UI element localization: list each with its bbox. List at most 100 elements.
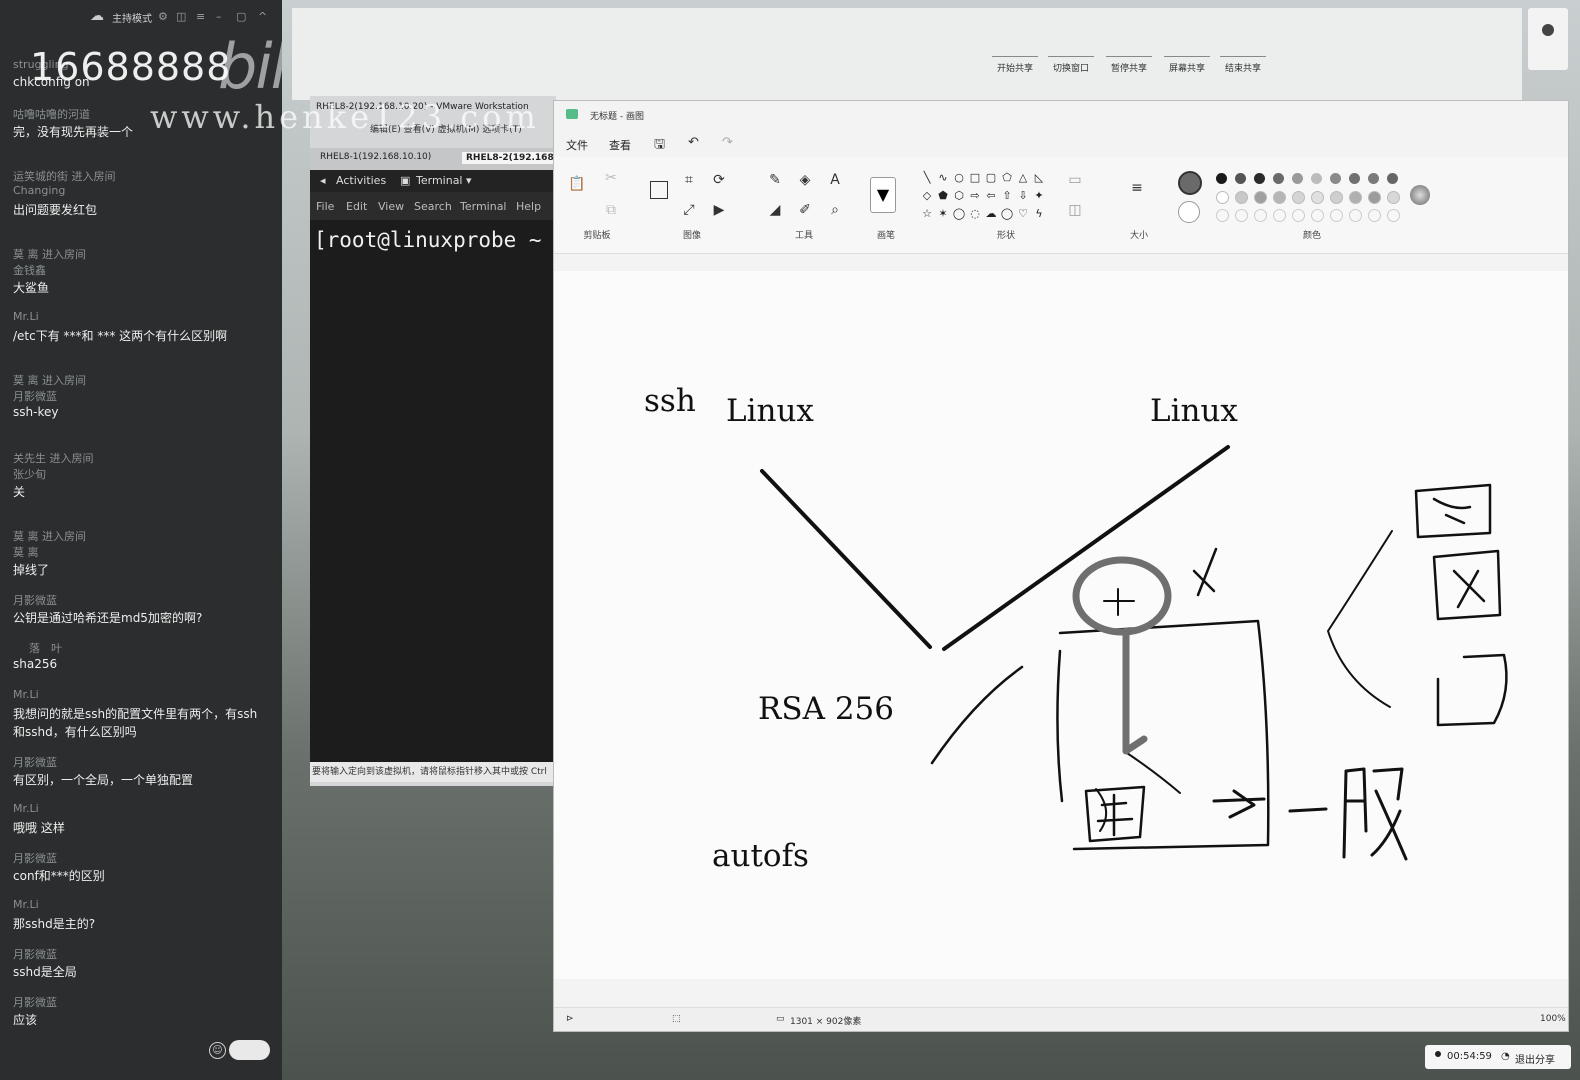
menu-help[interactable]: Help (516, 200, 541, 213)
color-swatch[interactable] (1330, 173, 1341, 184)
maximize-icon[interactable]: ▢ (236, 10, 246, 23)
exit-share-button[interactable]: 退出分享 (1515, 1051, 1555, 1066)
color-swatch[interactable] (1273, 191, 1286, 204)
toolbar-item[interactable]: 切换窗口 (1048, 46, 1094, 74)
star6-shape-icon[interactable]: ✶ (936, 207, 950, 220)
color-swatch[interactable] (1273, 173, 1284, 184)
color-picker-icon[interactable]: ✐ (796, 201, 814, 219)
oval-shape-icon[interactable]: ○ (952, 171, 966, 184)
text-icon[interactable]: A (826, 171, 844, 189)
color-swatch[interactable] (1349, 191, 1362, 204)
callout-shape-icon[interactable]: ◯ (952, 207, 966, 220)
lightning-shape-icon[interactable]: ϟ (1032, 207, 1046, 220)
redo-icon[interactable]: ↷ (722, 135, 733, 150)
color-swatch[interactable] (1387, 173, 1398, 184)
star5-shape-icon[interactable]: ☆ (920, 207, 934, 220)
custom-color-slot[interactable] (1216, 209, 1229, 222)
tab-rhel8-2[interactable]: RHEL8-2(192.168 (462, 152, 556, 164)
heart-shape-icon[interactable]: ♡ (1016, 207, 1030, 220)
color-swatch[interactable] (1311, 173, 1322, 184)
emoji-icon[interactable]: ☺ (209, 1042, 226, 1059)
drawing-canvas[interactable]: ssh Linux Linux RSA 256 autofs (554, 271, 1568, 979)
toolbar-item[interactable]: 开始共享 (992, 46, 1038, 74)
menu-search[interactable]: Search (414, 200, 452, 213)
undo-icon[interactable]: ↶ (688, 135, 699, 150)
edit-colors-icon[interactable] (1410, 185, 1430, 205)
custom-color-slot[interactable] (1235, 209, 1248, 222)
menu-icon[interactable]: ≡ (196, 10, 205, 23)
color-swatch[interactable] (1349, 173, 1360, 184)
resize-icon[interactable]: ⤢ (680, 201, 698, 219)
color-swatch[interactable] (1254, 191, 1267, 204)
side-widget[interactable] (1528, 8, 1568, 70)
color-swatch[interactable] (1216, 191, 1229, 204)
color-swatch[interactable] (1330, 191, 1343, 204)
activities-button[interactable]: Activities (336, 174, 386, 187)
custom-color-slot[interactable] (1387, 209, 1400, 222)
curve-shape-icon[interactable]: ∿ (936, 171, 950, 184)
right-triangle-shape-icon[interactable]: ◺ (1032, 171, 1046, 184)
terminal-app-menu[interactable]: Terminal ▾ (416, 174, 472, 187)
color-swatch[interactable] (1235, 191, 1248, 204)
tab-rhel8-1[interactable]: RHEL8-1(192.168.10.10) (320, 152, 431, 162)
color-swatch[interactable] (1292, 173, 1303, 184)
menu-file[interactable]: File (316, 200, 334, 213)
polygon-shape-icon[interactable]: ⬠ (1000, 171, 1014, 184)
paint-window[interactable]: 无标题 - 画图 文件 查看 🖫 ↶ ↷ 📋 ✂ ⧉ 剪贴板 ⌗ ⟳ ⤢ ▶ 图… (553, 100, 1569, 1032)
flip-icon[interactable]: ▶ (710, 201, 728, 219)
color-swatch[interactable] (1311, 191, 1324, 204)
color-swatch[interactable] (1368, 173, 1379, 184)
line-shape-icon[interactable]: ╲ (920, 171, 934, 184)
color-swatch[interactable] (1216, 173, 1227, 184)
custom-color-slot[interactable] (1330, 209, 1343, 222)
triangle-shape-icon[interactable]: △ (1016, 171, 1030, 184)
color-swatch[interactable] (1368, 191, 1381, 204)
crop-icon[interactable]: ⌗ (680, 171, 698, 189)
color-swatch[interactable] (1292, 191, 1305, 204)
toolbar-item[interactable]: 屏幕共享 (1164, 46, 1210, 74)
menu-view[interactable]: View (378, 200, 404, 213)
diamond-shape-icon[interactable]: ◇ (920, 189, 934, 202)
minimize-icon[interactable]: – (216, 10, 222, 23)
outline-icon[interactable]: ▭ (1066, 171, 1084, 189)
toolbar-item[interactable]: 暂停共享 (1106, 46, 1152, 74)
pencil-icon[interactable]: ✎ (766, 171, 784, 189)
paste-icon[interactable]: 📋 (568, 175, 586, 193)
down-arrow-shape-icon[interactable]: ⇩ (1016, 189, 1030, 202)
custom-color-slot[interactable] (1254, 209, 1267, 222)
cloud-shape-icon[interactable]: ☁ (984, 207, 998, 220)
select-icon[interactable] (650, 181, 668, 199)
terminal[interactable]: File Edit View Search Terminal Help [roo… (310, 192, 556, 762)
menu-terminal[interactable]: Terminal (460, 200, 507, 213)
fill-icon[interactable]: ◈ (796, 171, 814, 189)
rotate-icon[interactable]: ⟳ (710, 171, 728, 189)
magnifier-icon[interactable]: ⌕ (826, 201, 844, 219)
left-arrow-shape-icon[interactable]: ⇦ (984, 189, 998, 202)
primary-color-swatch[interactable] (1178, 171, 1202, 195)
right-arrow-shape-icon[interactable]: ⇨ (968, 189, 982, 202)
vmware-window[interactable]: RHEL8-2(192.168.10.20) - VMware Workstat… (310, 96, 556, 786)
custom-color-slot[interactable] (1273, 209, 1286, 222)
custom-color-slot[interactable] (1368, 209, 1381, 222)
hexagon-shape-icon[interactable]: ⬡ (952, 189, 966, 202)
menu-edit[interactable]: Edit (346, 200, 367, 213)
oval-callout-shape-icon[interactable]: ◌ (968, 207, 982, 220)
eraser-icon[interactable]: ◢ (766, 201, 784, 219)
color-swatch[interactable] (1235, 173, 1246, 184)
copy-icon[interactable]: ⧉ (602, 201, 620, 219)
save-icon[interactable]: 🖫 (654, 135, 665, 157)
up-arrow-shape-icon[interactable]: ⇧ (1000, 189, 1014, 202)
brush-icon[interactable]: ▼ (870, 177, 896, 213)
cut-icon[interactable]: ✂ (602, 169, 620, 187)
toolbar-item[interactable]: 结束共享 (1220, 46, 1266, 74)
settings-icon[interactable]: ⚙ (158, 10, 168, 23)
rounded-rect-shape-icon[interactable]: ▢ (984, 171, 998, 184)
cloud-callout-shape-icon[interactable]: ◯ (1000, 207, 1014, 220)
star4-shape-icon[interactable]: ✦ (1032, 189, 1046, 202)
color-swatch[interactable] (1254, 173, 1265, 184)
send-button[interactable]: 发送 (229, 1040, 270, 1060)
share-icon[interactable]: ◫ (176, 10, 186, 23)
fill-shape-icon[interactable]: ◫ (1066, 201, 1084, 219)
close-icon[interactable]: ^ (258, 10, 267, 23)
stroke-size-icon[interactable]: ≡ (1128, 179, 1146, 197)
